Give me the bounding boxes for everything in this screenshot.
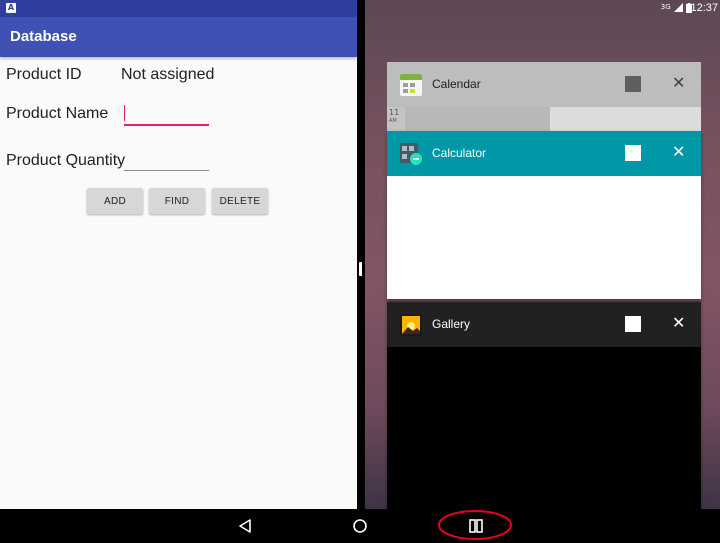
calendar-card-header: Calendar ✕: [387, 62, 701, 107]
database-app-pane: A Database Product ID Not assigned Produ…: [0, 0, 357, 509]
add-button[interactable]: ADD: [87, 188, 143, 214]
signal-battery-icons: 3G: [661, 3, 692, 14]
calendar-app-name: Calendar: [432, 77, 481, 91]
gallery-close-icon[interactable]: ✕: [672, 314, 685, 332]
right-status-bar: 3G 12:37: [365, 0, 720, 17]
signal-icon: [673, 3, 683, 12]
calendar-preview-hour: 11: [389, 108, 400, 117]
product-quantity-input[interactable]: [124, 148, 209, 171]
product-id-value: Not assigned: [121, 66, 215, 83]
calendar-close-icon[interactable]: ✕: [672, 74, 685, 92]
delete-button[interactable]: DELETE: [212, 188, 268, 214]
product-name-label: Product Name: [6, 105, 109, 122]
app-title: Database: [10, 28, 77, 45]
calendar-split-screen-icon[interactable]: [625, 76, 641, 92]
gallery-app-icon: [400, 314, 422, 336]
find-button[interactable]: FIND: [149, 188, 205, 214]
calculator-card-header: Calculator ✕: [387, 131, 701, 176]
calendar-preview: 11 AM: [387, 107, 701, 132]
notification-badge-icon: A: [6, 3, 16, 13]
calendar-preview-block: [405, 107, 550, 132]
calendar-preview-ampm: AM: [389, 118, 397, 124]
status-clock: 12:37: [690, 2, 718, 14]
split-screen-divider[interactable]: [357, 0, 365, 509]
left-status-bar: A: [0, 0, 357, 17]
recent-card-calculator[interactable]: Calculator ✕: [387, 131, 701, 299]
back-icon[interactable]: [238, 518, 252, 534]
calculator-split-screen-icon[interactable]: [625, 145, 641, 161]
calculator-app-name: Calculator: [432, 146, 487, 160]
app-bar: Database: [0, 17, 357, 57]
home-icon[interactable]: [352, 518, 368, 534]
calendar-app-icon: [400, 74, 422, 96]
calendar-preview-block: [550, 107, 701, 132]
divider-handle-icon[interactable]: [359, 262, 362, 276]
network-type-label: 3G: [660, 3, 671, 11]
recent-card-calendar[interactable]: Calendar ✕ 11 AM: [387, 62, 701, 132]
calculator-app-icon: [400, 143, 422, 165]
recents-pane: 3G 12:37 Calendar ✕ 11 AM Calculator ✕ G…: [365, 0, 720, 509]
calculator-close-icon[interactable]: ✕: [672, 143, 685, 161]
text-cursor: [124, 105, 125, 121]
product-quantity-label: Product Quantity: [6, 152, 126, 169]
gallery-split-screen-icon[interactable]: [625, 316, 641, 332]
gallery-card-header: Gallery ✕: [387, 302, 701, 347]
recent-card-gallery[interactable]: Gallery ✕: [387, 302, 701, 509]
product-id-label: Product ID: [6, 66, 82, 83]
gallery-app-name: Gallery: [432, 317, 471, 331]
calendar-preview-time: 11 AM: [389, 109, 399, 125]
highlight-circle: [438, 510, 512, 540]
product-name-input[interactable]: [124, 102, 209, 126]
